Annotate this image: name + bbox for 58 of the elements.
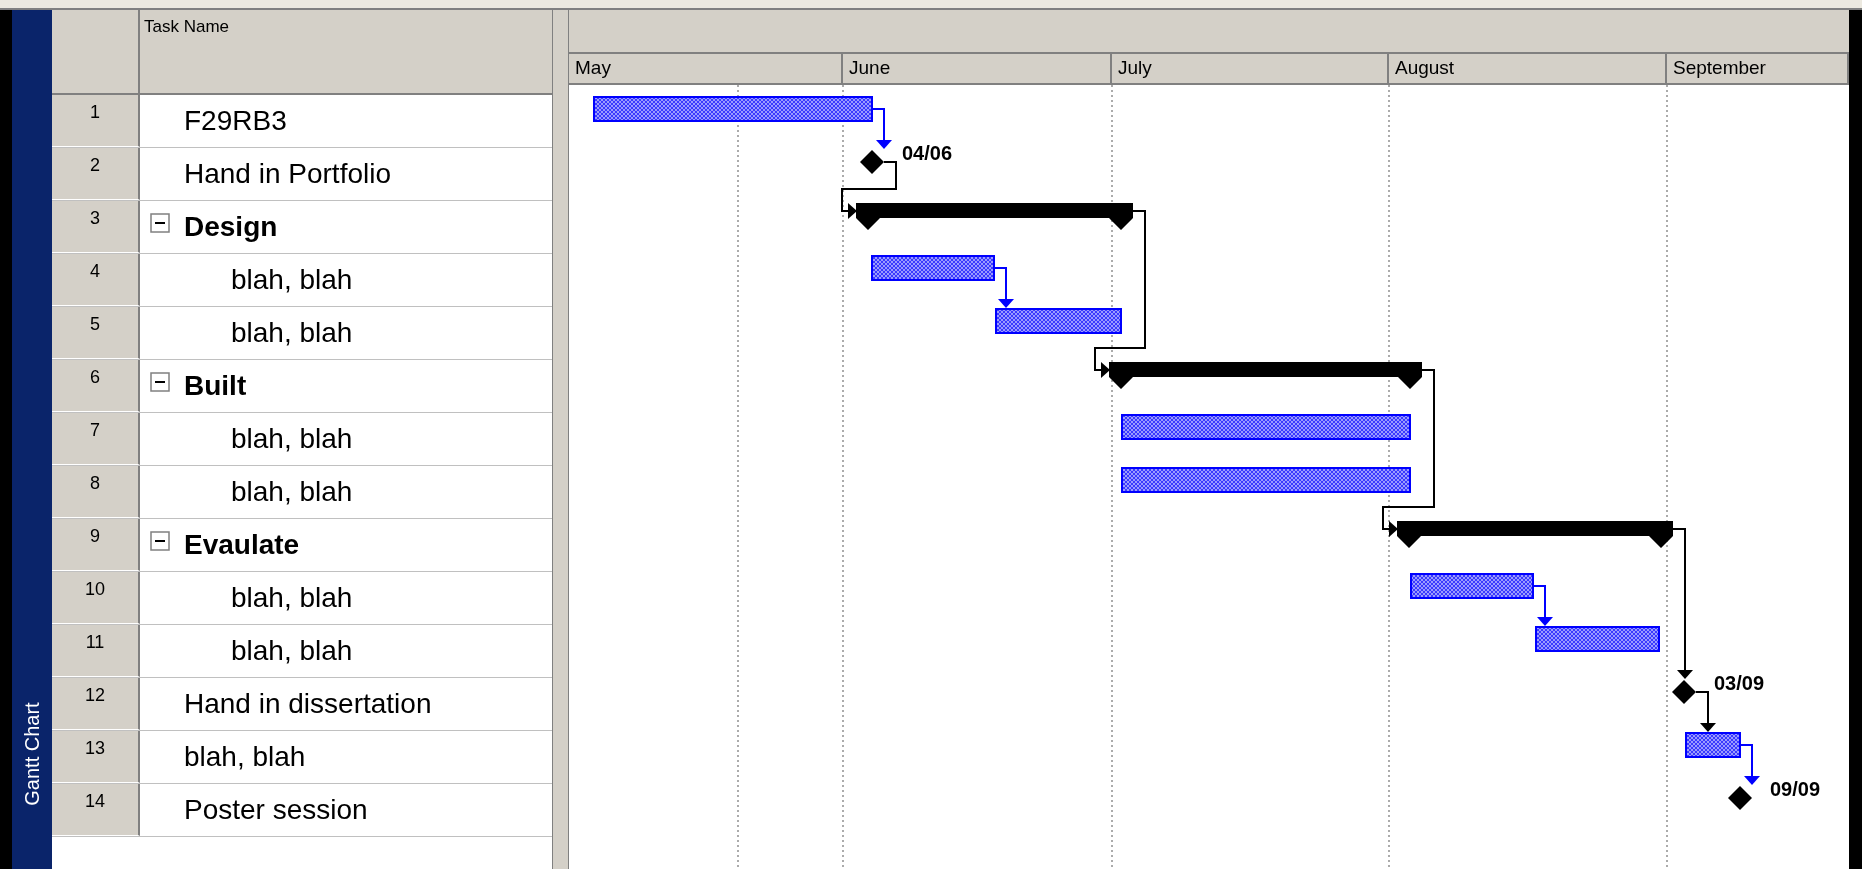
task-name: blah, blah: [184, 740, 306, 774]
column-header: Task Name: [144, 17, 230, 36]
month-label: June: [849, 56, 891, 81]
row-number: 2: [90, 154, 100, 177]
task-name: blah, blah: [231, 263, 353, 297]
row-number: 7: [90, 419, 100, 442]
month-label: May: [575, 56, 611, 81]
task-name: blah, blah: [231, 316, 353, 350]
collapse-icon[interactable]: [150, 531, 170, 551]
link-arrow: [1739, 744, 1760, 785]
month-label: August: [1395, 56, 1455, 81]
row-number: 4: [90, 260, 100, 283]
row-number: 13: [85, 737, 105, 760]
row-number: 8: [90, 472, 100, 495]
milestone-icon[interactable]: [860, 150, 884, 174]
task-bar[interactable]: [1121, 467, 1411, 493]
row-number: 11: [85, 631, 105, 654]
date-label: 09/09: [1770, 778, 1821, 800]
task-bar[interactable]: [1685, 732, 1741, 758]
task-bar[interactable]: [593, 96, 873, 122]
month-label: July: [1118, 56, 1152, 81]
task-name: Hand in Portfolio: [184, 157, 391, 191]
row-number: 14: [85, 790, 105, 813]
task-bar[interactable]: [1535, 626, 1660, 652]
task-name: blah, blah: [231, 475, 353, 509]
link-arrow: [993, 267, 1014, 308]
view-bar[interactable]: Gantt Chart: [12, 10, 52, 869]
date-label: 04/06: [902, 142, 953, 164]
task-name: Built: [184, 369, 247, 403]
link-arrow: [1695, 691, 1716, 732]
task-name: Design: [184, 210, 278, 244]
link-arrow: [871, 108, 892, 149]
row-number: 6: [90, 366, 100, 389]
task-name: blah, blah: [231, 634, 353, 668]
milestone-icon[interactable]: [1728, 786, 1752, 810]
task-name: blah, blah: [231, 581, 353, 615]
task-name: Evaulate: [184, 528, 300, 562]
row-number: 5: [90, 313, 100, 336]
row-number: 10: [85, 578, 105, 601]
row-number: 9: [90, 525, 100, 548]
row-number: 3: [90, 207, 100, 230]
row-number: 1: [90, 101, 100, 124]
view-label: Gantt Chart: [20, 701, 44, 808]
link-arrow: [841, 161, 897, 219]
row-number: 12: [85, 684, 105, 707]
task-bar[interactable]: [995, 308, 1122, 334]
month-label: September: [1673, 56, 1766, 81]
task-bar[interactable]: [1121, 414, 1411, 440]
collapse-icon[interactable]: [150, 372, 170, 392]
task-bar[interactable]: [871, 255, 995, 281]
date-label: 03/09: [1714, 672, 1765, 694]
collapse-icon[interactable]: [150, 213, 170, 233]
task-name: blah, blah: [231, 422, 353, 456]
link-arrow: [1532, 585, 1553, 626]
task-name: F29RB3: [184, 104, 287, 138]
task-bar[interactable]: [1410, 573, 1534, 599]
task-name: Hand in dissertation: [184, 687, 432, 721]
task-name: Poster session: [184, 793, 368, 827]
